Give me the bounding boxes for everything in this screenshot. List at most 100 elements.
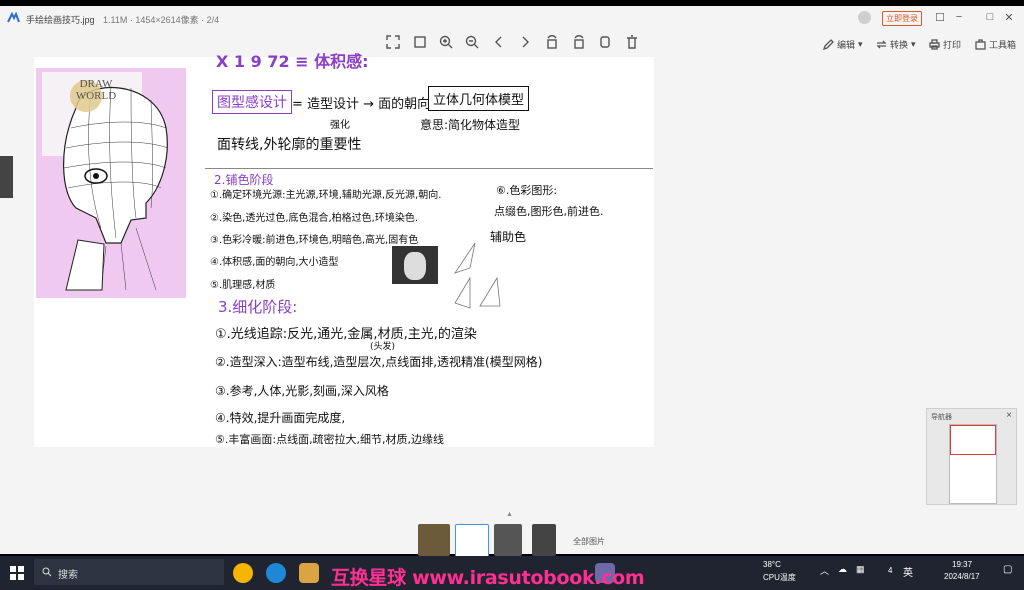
- divider: [205, 168, 653, 169]
- section3-item-3: ③.参考,人体,光影,刻画,深入风格: [215, 384, 389, 398]
- side-list-title: ⑥.色彩图形:: [496, 184, 558, 197]
- section2-item-5: ⑤.肌理感,材质: [210, 280, 276, 291]
- head-wireframe-illustration: DRAW WORLD: [36, 68, 186, 298]
- windows-start-icon[interactable]: [10, 566, 24, 580]
- zoom-in-icon: [439, 35, 453, 49]
- ime-indicator[interactable]: 英: [903, 564, 913, 579]
- section2-item-2: ②.染色,透光过色,底色混合,柏格过色,环境染色.: [210, 213, 419, 224]
- rotate-left-button[interactable]: [544, 34, 560, 50]
- edit-action[interactable]: 编辑 ▾: [823, 38, 863, 51]
- edge-icon[interactable]: [266, 563, 286, 583]
- rotate-left-icon: [547, 35, 557, 49]
- wireframe-head-drawing: [42, 72, 169, 291]
- chrome-icon[interactable]: [233, 563, 253, 583]
- actual-size-icon: [414, 36, 426, 48]
- section3-annot: (头发): [370, 342, 396, 352]
- navigator-title: 导航器: [931, 414, 952, 421]
- weather-temp: 38°C: [763, 560, 781, 569]
- file-info: 1.11M · 1454×2614像素 · 2/4: [103, 15, 220, 25]
- close-button[interactable]: ✕: [1002, 11, 1016, 24]
- search-label: 搜索: [58, 570, 78, 581]
- section3-item-1: ①.光线追踪:反光,通光,金属,材质,主光,的渲染: [215, 327, 477, 342]
- image-viewer-window: 手绘绘画技巧.jpg 1.11M · 1454×2614像素 · 2/4 立即登…: [0, 6, 1024, 558]
- close-icon[interactable]: ×: [1006, 410, 1012, 421]
- convert-action[interactable]: 转换 ▾: [876, 38, 916, 51]
- fit-screen-icon: [386, 35, 400, 49]
- maximize-button[interactable]: □: [983, 11, 997, 23]
- toolbox-action[interactable]: 工具箱: [975, 38, 1016, 51]
- note-line-a-rest: = 造型设计 → 面的朝向: [292, 97, 431, 112]
- print-action-label: 打印: [943, 40, 962, 50]
- zoom-out-button[interactable]: [464, 34, 480, 50]
- note-line-a-annot: 强化: [330, 120, 350, 131]
- weather-label: CPU温度: [763, 573, 796, 582]
- chevron-left-icon: [495, 36, 502, 48]
- minimize-button[interactable]: −: [952, 11, 966, 23]
- print-action[interactable]: 打印: [929, 38, 961, 51]
- previous-image-button[interactable]: [491, 34, 507, 50]
- section3-title: 3.细化阶段:: [218, 298, 298, 316]
- toolbox-action-label: 工具箱: [989, 40, 1017, 50]
- bookmark-button[interactable]: [597, 34, 613, 50]
- volume-level[interactable]: 4: [888, 566, 892, 575]
- clock-time[interactable]: 19:37: [952, 560, 972, 569]
- chevron-up-icon[interactable]: ︿: [820, 564, 829, 577]
- chevron-right-icon: [522, 36, 529, 48]
- zoom-in-button[interactable]: [438, 34, 454, 50]
- app-logo-icon: [7, 12, 20, 23]
- section3-item-4: ④.特效,提升画面完成度,: [215, 411, 346, 425]
- note-line-a-sub: 意思:简化物体造型: [420, 118, 521, 132]
- note-line-a-box: 图型感设计: [212, 90, 292, 114]
- note-line-b: 面转线,外轮廓的重要性: [217, 137, 362, 153]
- chevron-down-icon: ▾: [911, 39, 916, 49]
- login-button[interactable]: 立即登录: [882, 11, 922, 26]
- side-list-line: 点缀色,图形色,前进色.: [494, 205, 604, 218]
- edit-icon: [823, 39, 834, 50]
- cone-sketches: [454, 242, 501, 309]
- section2-item-1: ①.确定环境光源:主光源,环境,辅助光源,反光源,朝向.: [210, 190, 442, 201]
- taskbar-search-box[interactable]: 搜索: [34, 559, 224, 585]
- thumbnail-1[interactable]: [418, 524, 450, 556]
- side-panel-tab[interactable]: [0, 156, 13, 198]
- note-top-line: X 1 9 72 ≡ 体积感:: [216, 52, 369, 71]
- pin-window-button[interactable]: ☐: [933, 11, 947, 24]
- section2-item-3: ③.色彩冷暖:前进色,环境色,明暗色,高光,固有色: [210, 235, 419, 246]
- rotate-right-button[interactable]: [571, 34, 587, 50]
- section3-item-2: ②.造型深入:造型布线,造型层次,点线面排,透视精准(模型网格): [215, 355, 543, 369]
- next-image-button[interactable]: [517, 34, 533, 50]
- print-icon: [929, 39, 940, 50]
- clock-date[interactable]: 2024/8/17: [944, 572, 980, 581]
- delete-button[interactable]: [624, 34, 640, 50]
- section2-item-4: ④.体积感,面的朝向,大小造型: [210, 257, 339, 268]
- thumbnail-3[interactable]: [494, 524, 522, 556]
- chevron-down-icon: ▾: [858, 39, 863, 49]
- bookmark-icon: [600, 36, 610, 48]
- cloud-icon[interactable]: ☁: [838, 564, 847, 575]
- all-images-link[interactable]: 全部图片: [573, 536, 605, 547]
- convert-action-label: 转换: [890, 40, 909, 50]
- toolbox-icon: [975, 39, 986, 50]
- chevron-up-icon[interactable]: ▲: [506, 511, 513, 518]
- thumbnail-2[interactable]: [455, 524, 489, 558]
- note-line-a-box2: 立体几何体模型: [428, 86, 530, 111]
- navigator-preview[interactable]: [949, 424, 997, 504]
- rotate-right-icon: [574, 35, 584, 49]
- edit-action-label: 编辑: [837, 40, 856, 50]
- file-name: 手绘绘画技巧.jpg: [26, 15, 95, 25]
- actual-size-button[interactable]: [412, 34, 428, 50]
- navigator-panel[interactable]: 导航器 ×: [926, 408, 1017, 505]
- network-icon[interactable]: ▦: [856, 564, 865, 575]
- reference-photo: [392, 246, 438, 284]
- title-bar: 手绘绘画技巧.jpg 1.11M · 1454×2614像素 · 2/4 立即登…: [0, 6, 1024, 30]
- search-icon: [42, 567, 52, 577]
- trash-icon: [627, 35, 637, 49]
- notification-icon[interactable]: ▢: [1003, 564, 1012, 575]
- thumbnail-4[interactable]: [532, 524, 556, 556]
- fit-screen-button[interactable]: [385, 34, 401, 50]
- user-avatar-icon[interactable]: [858, 11, 871, 24]
- zoom-out-icon: [465, 35, 479, 49]
- file-explorer-icon[interactable]: [299, 563, 319, 583]
- watermark-text: 互换星球 www.irasutobook.com: [331, 567, 645, 589]
- navigator-viewport[interactable]: [950, 425, 996, 455]
- draw-world-logo: DRAW WORLD: [75, 78, 117, 102]
